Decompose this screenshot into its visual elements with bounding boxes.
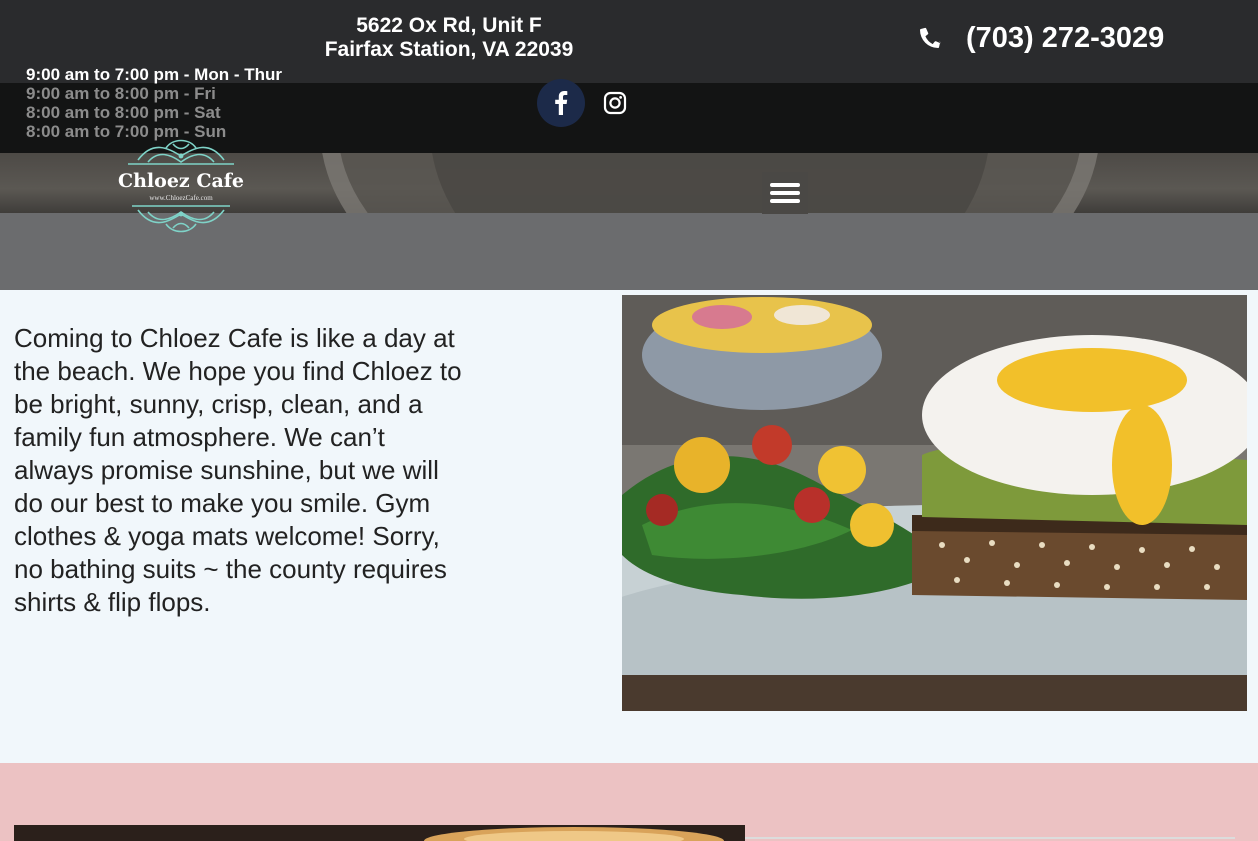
logo-url: www.ChloezCafe.com [149,194,213,202]
breakfast-toast-photo [622,295,1247,711]
about-paragraph: Coming to Chloez Cafe is like a day at t… [14,323,462,617]
dish-photo-partial [14,825,745,841]
hamburger-menu-icon [770,183,800,187]
logo-text: Chloez Cafe [118,170,245,192]
dish-photo-illustration [14,825,745,841]
section-divider [745,837,1235,839]
hours-row: 8:00 am to 8:00 pm - Sat [26,103,221,122]
instagram-button[interactable] [600,88,630,118]
about-section: Coming to Chloez Cafe is like a day at t… [0,290,1258,763]
address-block[interactable]: 5622 Ox Rd, Unit F Fairfax Station, VA 2… [300,14,598,62]
plate-inner-shape [430,153,990,213]
facebook-icon [555,91,568,115]
food-photo-illustration [622,295,1247,711]
hours-row: 9:00 am to 8:00 pm - Fri [26,84,216,103]
address-line-1: 5622 Ox Rd, Unit F [356,14,542,37]
hamburger-menu-button[interactable] [762,172,808,214]
phone-link[interactable]: (703) 272-3029 [918,20,1164,56]
hours-row: 9:00 am to 7:00 pm - Mon - Thur [26,65,282,84]
instagram-icon [603,91,627,115]
site-logo[interactable]: Chloez Cafe www.ChloezCafe.com [118,134,244,240]
facebook-button[interactable] [537,79,585,127]
site-header: 5622 Ox Rd, Unit F Fairfax Station, VA 2… [0,0,1258,290]
hamburger-menu-icon [770,191,800,195]
phone-icon [919,27,941,49]
menu-highlight-section [0,763,1258,841]
phone-number: (703) 272-3029 [966,21,1165,54]
hamburger-menu-icon [770,199,800,203]
opening-hours: 9:00 am to 7:00 pm - Mon - Thur 9:00 am … [26,65,282,141]
address-line-2: Fairfax Station, VA 22039 [324,38,574,61]
